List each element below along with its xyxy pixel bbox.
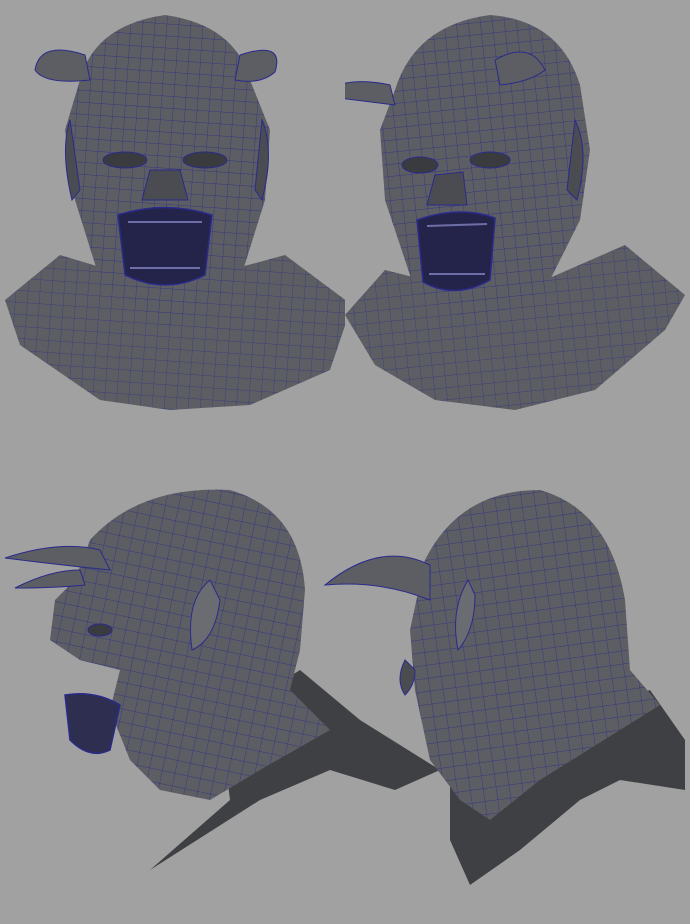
right-horn bbox=[234, 49, 278, 82]
right-eye bbox=[182, 151, 228, 169]
front-view-mesh bbox=[5, 15, 345, 410]
front-view[interactable] bbox=[0, 0, 345, 430]
horn bbox=[323, 555, 431, 601]
modeling-viewport[interactable] bbox=[0, 0, 690, 924]
lower-horn bbox=[14, 569, 86, 589]
three-quarter-view-mesh bbox=[345, 15, 685, 410]
left-eye bbox=[102, 151, 148, 169]
left-horn bbox=[34, 49, 91, 82]
open-mouth bbox=[64, 693, 121, 755]
back-three-quarter-view[interactable] bbox=[320, 470, 690, 924]
open-mouth bbox=[117, 206, 213, 286]
back-three-quarter-view-mesh bbox=[323, 490, 685, 885]
three-quarter-view[interactable] bbox=[345, 0, 690, 430]
upper-horn bbox=[4, 545, 111, 571]
